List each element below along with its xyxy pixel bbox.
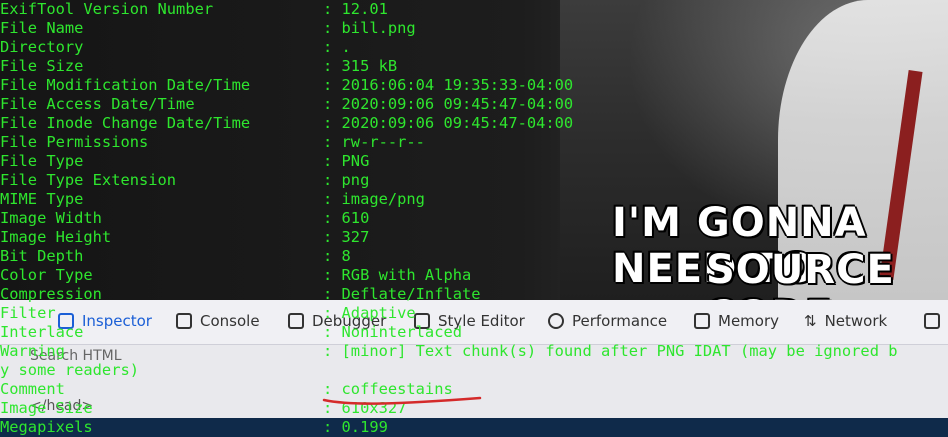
terminal-row-value: : image/png bbox=[323, 190, 425, 208]
terminal-row-key: File Inode Change Date/Time bbox=[0, 114, 251, 132]
terminal-row-key: Filter bbox=[0, 304, 56, 322]
terminal-row-key: Comment bbox=[0, 380, 65, 398]
terminal-row-value: : 0.199 bbox=[323, 418, 388, 436]
terminal-row-key: File Name bbox=[0, 19, 84, 37]
terminal-row-value: : . bbox=[323, 38, 351, 56]
terminal-row-value: : PNG bbox=[323, 152, 370, 170]
terminal-row-key: File Type Extension bbox=[0, 171, 177, 189]
terminal-row-value: : Deflate/Inflate bbox=[323, 285, 481, 303]
terminal-row-key: File Permissions bbox=[0, 133, 149, 151]
terminal-row: Filter : Adaptive bbox=[0, 304, 416, 323]
terminal-row-key: File Size bbox=[0, 57, 84, 75]
terminal-row-key: ExifTool Version Number bbox=[0, 0, 214, 18]
terminal-row-key: Image Width bbox=[0, 209, 102, 227]
terminal-row-value: : 2020:09:06 09:45:47-04:00 bbox=[323, 95, 574, 113]
terminal-row: ExifTool Version Number : 12.01 bbox=[0, 0, 388, 19]
red-underline-annotation bbox=[322, 396, 482, 405]
terminal-row-key: Interlace bbox=[0, 323, 84, 341]
terminal-row: Compression : Deflate/Inflate bbox=[0, 285, 481, 304]
terminal-row: y some readers) bbox=[0, 361, 139, 380]
terminal-row: File Type Extension : png bbox=[0, 171, 369, 190]
terminal-row: Warning : [minor] Text chunk(s) found aft… bbox=[0, 342, 898, 361]
terminal-row-key: Image Height bbox=[0, 228, 112, 246]
terminal-row-key: File Access Date/Time bbox=[0, 95, 195, 113]
terminal-row-value: : 327 bbox=[323, 228, 370, 246]
terminal-row-value: : Adaptive bbox=[323, 304, 416, 322]
terminal-row: File Modification Date/Time : 2016:06:04 … bbox=[0, 76, 573, 95]
terminal-row-value: : Noninterlaced bbox=[323, 323, 462, 341]
terminal-row: Image Height : 327 bbox=[0, 228, 369, 247]
terminal-row-value: : 2016:06:04 19:35:33-04:00 bbox=[323, 76, 574, 94]
terminal-row: File Size : 315 kB bbox=[0, 57, 397, 76]
terminal-row-value: : 315 kB bbox=[323, 57, 398, 75]
terminal-row: File Inode Change Date/Time : 2020:09:06 … bbox=[0, 114, 573, 133]
terminal-row-key: Image Size bbox=[0, 399, 93, 417]
terminal-row-key: Compression bbox=[0, 285, 102, 303]
terminal-row-key: Color Type bbox=[0, 266, 93, 284]
terminal-row-value: : RGB with Alpha bbox=[323, 266, 472, 284]
terminal-row: File Name : bill.png bbox=[0, 19, 416, 38]
terminal-row: Interlace : Noninterlaced bbox=[0, 323, 462, 342]
terminal-row-value: : 8 bbox=[323, 247, 351, 265]
terminal-row: Image Width : 610 bbox=[0, 209, 369, 228]
terminal-row: Directory : . bbox=[0, 38, 351, 57]
terminal-row-key: MIME Type bbox=[0, 190, 84, 208]
terminal-row-value: : 12.01 bbox=[323, 0, 388, 18]
terminal-output: ExifTool Version Number : 12.01 File Name:… bbox=[0, 0, 948, 437]
terminal-row-key: y some readers) bbox=[0, 361, 139, 379]
terminal-row-value: : 2020:09:06 09:45:47-04:00 bbox=[323, 114, 574, 132]
terminal-row-key: File Modification Date/Time bbox=[0, 76, 251, 94]
terminal-row-key: Bit Depth bbox=[0, 247, 84, 265]
terminal-row-value: : rw-r--r-- bbox=[323, 133, 425, 151]
terminal-row-value: : png bbox=[323, 171, 370, 189]
terminal-row: File Access Date/Time : 2020:09:06 09:45:… bbox=[0, 95, 573, 114]
terminal-row-key: Warning bbox=[0, 342, 65, 360]
terminal-row: File Permissions : rw-r--r-- bbox=[0, 133, 425, 152]
terminal-row-value: : [minor] Text chunk(s) found after PNG … bbox=[323, 342, 898, 360]
terminal-row-value: : 610 bbox=[323, 209, 370, 227]
terminal-row: File Type : PNG bbox=[0, 152, 369, 171]
terminal-row-key: Megapixels bbox=[0, 418, 93, 436]
terminal-row-key: Directory bbox=[0, 38, 84, 56]
terminal-row-key: File Type bbox=[0, 152, 84, 170]
terminal-row: MIME Type : image/png bbox=[0, 190, 425, 209]
terminal-row: Bit Depth : 8 bbox=[0, 247, 351, 266]
terminal-row: Color Type : RGB with Alpha bbox=[0, 266, 471, 285]
terminal-row: Megapixels : 0.199 bbox=[0, 418, 388, 437]
terminal-row-value: : bill.png bbox=[323, 19, 416, 37]
